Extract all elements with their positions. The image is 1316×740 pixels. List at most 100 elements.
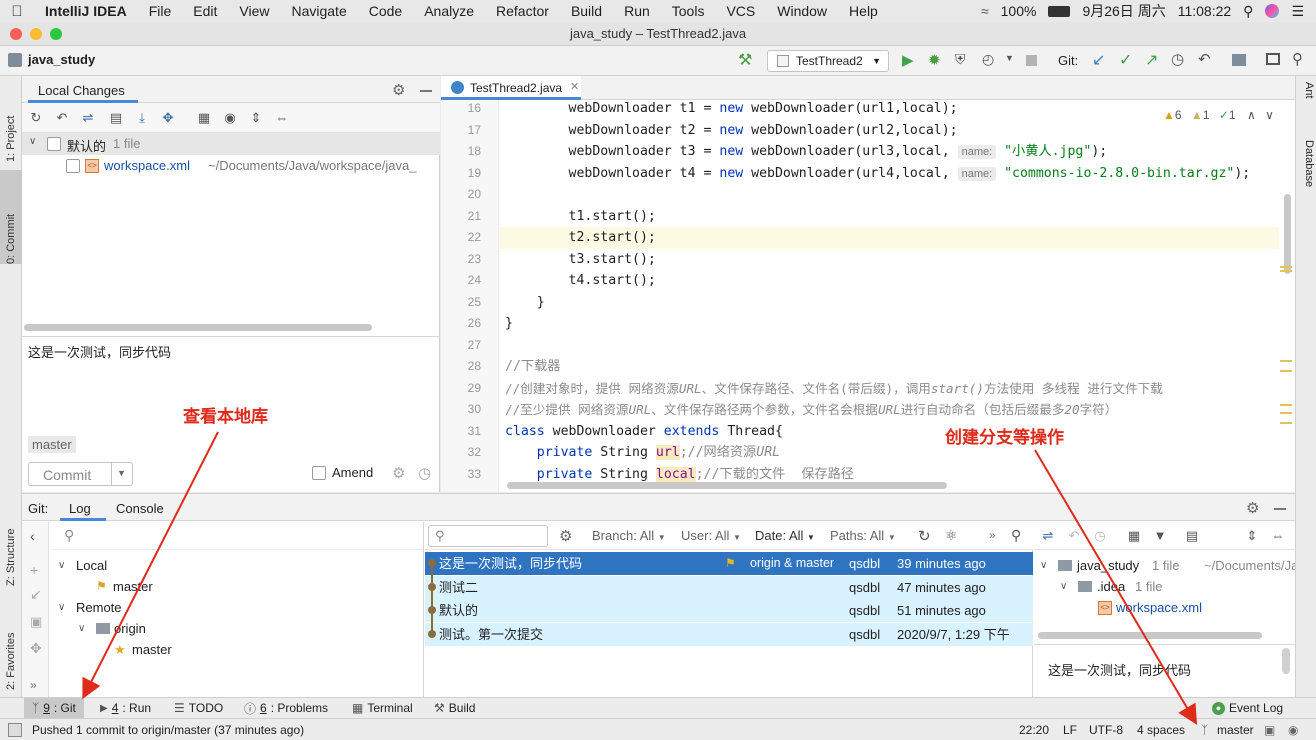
changelist-checkbox[interactable]	[47, 137, 61, 151]
refresh-icon[interactable]: ↻	[28, 110, 44, 126]
commit-row[interactable]: 测试二 qsdbl 47 minutes ago	[425, 575, 1033, 599]
history-clock-icon[interactable]: ◷	[1092, 528, 1108, 544]
menu-tools[interactable]: Tools	[661, 3, 716, 19]
branch-search-input[interactable]: ⚲	[52, 524, 422, 550]
rollback-icon[interactable]: ↶	[54, 110, 70, 126]
project-structure-icon[interactable]	[1232, 54, 1246, 66]
project-tool-button[interactable]: 1: Project	[3, 82, 19, 162]
vertical-scrollbar[interactable]	[1284, 194, 1291, 274]
update-arrow-icon[interactable]: ↙	[30, 586, 42, 603]
details-idea-node[interactable]: ∨ .idea 1 file	[1034, 575, 1295, 598]
database-tool-button[interactable]: Database	[1298, 140, 1315, 220]
menu-analyze[interactable]: Analyze	[413, 3, 485, 19]
changelist-row[interactable]: ∨ 默认的 1 file	[22, 133, 440, 155]
expand-all-icon[interactable]: ⇕	[248, 110, 264, 126]
tool-tab-todo[interactable]: ☰ TODO	[166, 698, 231, 718]
date-filter[interactable]: Date: All ▼	[755, 528, 815, 543]
commit-button[interactable]: Commit ▼	[28, 462, 133, 486]
delete-icon[interactable]: ▣	[30, 614, 42, 630]
clock-date[interactable]: 9月26日 周六	[1082, 1, 1165, 21]
line-separator[interactable]: LF	[1063, 719, 1077, 740]
warning-stripe-mark[interactable]	[1280, 266, 1292, 268]
user-filter[interactable]: User: All ▼	[681, 528, 741, 543]
build-hammer-icon[interactable]: ⚒	[738, 50, 752, 70]
details-file-node[interactable]: <> workspace.xml	[1034, 596, 1295, 619]
search-everywhere-icon[interactable]: ⚲	[1292, 50, 1303, 68]
chevron-down-icon[interactable]: ▼	[117, 468, 126, 478]
control-center-icon[interactable]: ☰	[1291, 3, 1304, 20]
event-log-tab[interactable]: ● Event Log	[1204, 698, 1291, 718]
chevron-down-icon[interactable]: ∨	[1265, 108, 1274, 122]
layout-icon[interactable]: ▤	[1184, 528, 1200, 544]
commit-row[interactable]: 这是一次测试，同步代码 ⚑ origin & master qsdbl 39 minut…	[425, 552, 1033, 575]
structure-tool-button[interactable]: Z: Structure	[3, 496, 19, 586]
gear-icon[interactable]: ⚙	[1246, 499, 1259, 517]
lock-icon[interactable]: ▣	[1264, 719, 1275, 740]
chevron-left-icon[interactable]: ‹	[30, 528, 35, 544]
minimize-window-icon[interactable]	[30, 28, 42, 40]
tree-node-local[interactable]: ∨ Local	[50, 554, 420, 577]
group-by-icon[interactable]: ✥	[160, 110, 176, 126]
horizontal-scrollbar[interactable]	[24, 324, 372, 331]
git-commit-check-icon[interactable]: ✓	[1119, 50, 1132, 70]
tree-branch-origin-master[interactable]: ★ master	[50, 638, 420, 661]
status-branch[interactable]: master	[1217, 719, 1254, 740]
show-diff-icon[interactable]: ⇌	[80, 110, 96, 126]
branch-filter[interactable]: Branch: All ▼	[592, 528, 666, 543]
history-clock-icon[interactable]: ◷	[418, 464, 431, 482]
minimize-icon[interactable]	[420, 90, 432, 92]
project-name-breadcrumb[interactable]: java_study	[28, 52, 95, 67]
refresh-icon[interactable]: ↻	[918, 527, 931, 545]
tree-node-origin[interactable]: ∨ origin	[50, 617, 420, 640]
gear-icon[interactable]: ⚙	[392, 464, 405, 482]
file-checkbox[interactable]	[66, 159, 80, 173]
rollback-icon[interactable]: ↶	[1066, 528, 1082, 544]
group-icon[interactable]: ▦	[196, 110, 212, 126]
changelist-icon[interactable]: ▤	[108, 110, 124, 126]
menu-window[interactable]: Window	[766, 3, 838, 19]
more-icon[interactable]: »	[989, 528, 996, 542]
warning-stripe-mark[interactable]	[1280, 404, 1292, 406]
details-root-node[interactable]: ∨ java_study 1 file ~/Documents/Ja	[1034, 554, 1295, 577]
status-message[interactable]: Pushed 1 commit to origin/master (37 min…	[32, 719, 304, 740]
tool-tab-run[interactable]: ▶ 4: Run	[92, 698, 159, 718]
chevron-down-icon[interactable]: ∨	[58, 596, 65, 619]
show-diff-icon[interactable]: ⇌	[1040, 528, 1056, 544]
shelve-icon[interactable]: ⤓	[134, 110, 150, 126]
changed-file-row[interactable]: <> workspace.xml ~/Documents/Java/worksp…	[22, 155, 440, 177]
compare-icon[interactable]: ✥	[30, 640, 42, 657]
chevron-down-icon[interactable]: ∨	[1040, 554, 1047, 577]
filter-icon[interactable]: ▼	[1152, 528, 1168, 544]
chevron-up-icon[interactable]: ∧	[1247, 108, 1256, 122]
tree-branch-local-master[interactable]: ⚑ master	[50, 575, 420, 598]
group-icon[interactable]: ▦	[1126, 528, 1142, 544]
rollback-icon[interactable]: ↶	[1198, 50, 1211, 68]
chevron-down-icon[interactable]: ∨	[29, 136, 36, 147]
tab-console[interactable]: Console	[116, 501, 164, 516]
collapse-all-icon[interactable]: ⇔	[1270, 528, 1286, 544]
inspection-widget[interactable]: ▲6 ▲1 ✓1 ∧ ∨	[1163, 108, 1288, 126]
minimize-icon[interactable]	[1274, 508, 1286, 510]
git-push-arrow-icon[interactable]: ↗	[1145, 50, 1158, 70]
warning-stripe-mark[interactable]	[1280, 270, 1292, 272]
presentation-icon[interactable]	[1266, 53, 1280, 65]
battery-icon[interactable]	[1048, 5, 1071, 17]
add-icon[interactable]: +	[30, 562, 38, 578]
apple-icon[interactable]: 	[0, 3, 34, 20]
warning-stripe-mark[interactable]	[1280, 360, 1292, 362]
menu-file[interactable]: File	[138, 3, 183, 19]
commit-row[interactable]: 测试。第一次提交 qsdbl 2020/9/7, 1:29 下午	[425, 622, 1033, 646]
horizontal-scrollbar[interactable]	[507, 482, 947, 489]
git-update-arrow-icon[interactable]: ↙	[1092, 50, 1105, 70]
tool-tab-build[interactable]: ⚒ Build	[426, 698, 483, 718]
favorites-tool-button[interactable]: 2: Favorites	[3, 600, 19, 690]
tool-tab-git[interactable]: ᛉ9: Git	[24, 698, 84, 718]
spotlight-icon[interactable]: ⚲	[1243, 3, 1253, 20]
expand-all-icon[interactable]: ⇕	[1244, 528, 1260, 544]
file-encoding[interactable]: UTF-8	[1089, 719, 1123, 740]
menu-code[interactable]: Code	[358, 3, 413, 19]
zoom-window-icon[interactable]	[50, 28, 62, 40]
run-config-select[interactable]: TestThread2 ▼	[767, 50, 889, 72]
ant-tool-button[interactable]: Ant	[1298, 82, 1315, 132]
tool-tab-terminal[interactable]: ▦ Terminal	[344, 698, 421, 718]
